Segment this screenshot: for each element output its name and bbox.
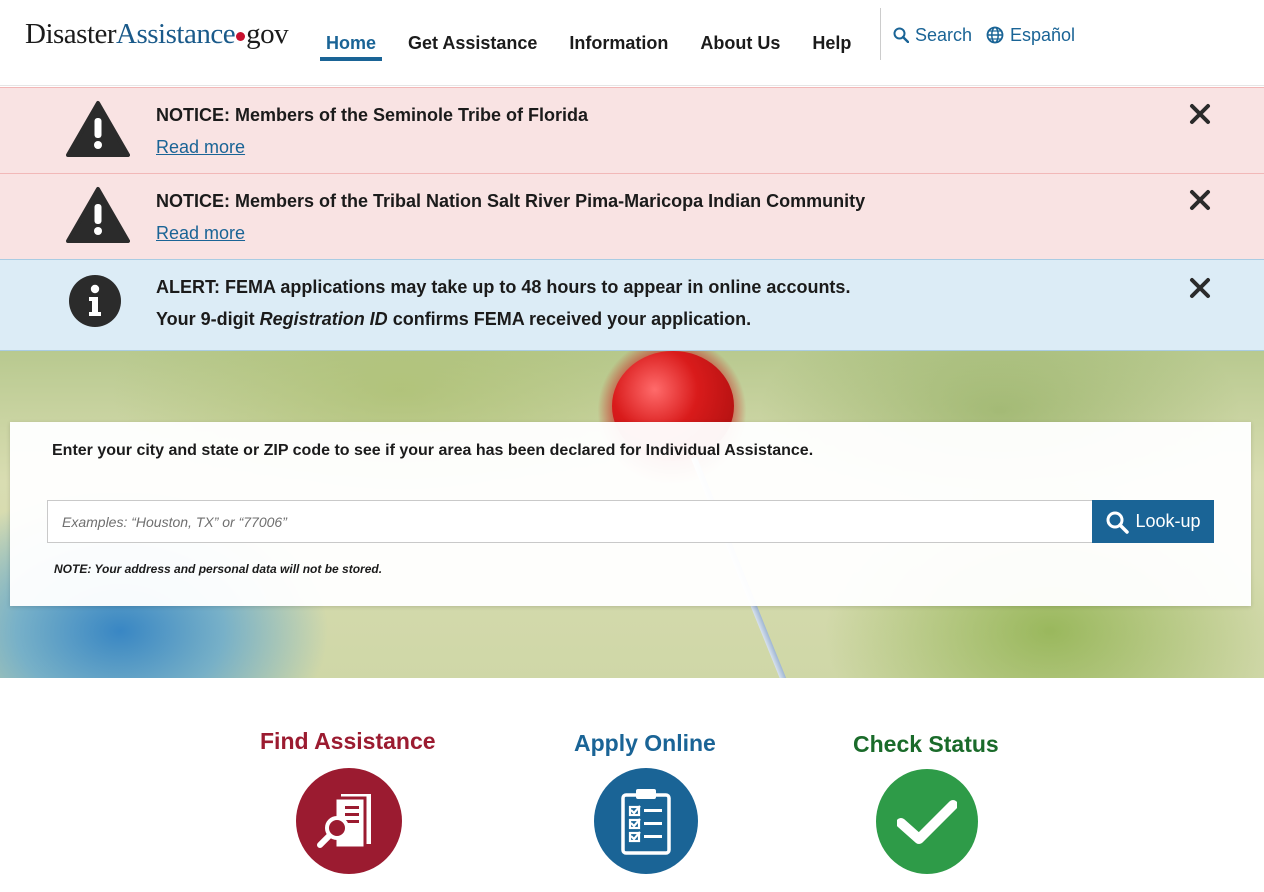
registration-id-emphasis: Registration ID [259,309,388,329]
logo-text-gov: gov [246,18,289,50]
logo-dot [236,32,246,41]
close-icon[interactable] [1188,102,1212,126]
main-nav: Home Get Assistance Information About Us… [310,0,867,86]
find-assistance-circle[interactable] [296,768,402,874]
privacy-note: NOTE: Your address and personal data wil… [54,562,383,576]
search-label: Search [915,24,973,45]
warning-icon [66,101,130,157]
info-icon [69,275,121,327]
search-icon [1106,511,1130,534]
notice-text: NOTICE: Members of the Seminole Tribe of… [156,105,589,125]
lookup-intro: Enter your city and state or ZIP code to… [52,442,814,459]
nav-divider [880,8,881,60]
close-icon[interactable] [1188,276,1212,300]
notice-banner: NOTICE: Members of the Tribal Nation Sal… [0,173,1264,260]
close-icon[interactable] [1188,188,1212,212]
logo-text-assistance: Assistance [116,18,236,50]
globe-icon [986,26,1004,44]
site-logo[interactable]: DisasterAssistance gov [25,16,289,52]
apply-online-title: Apply Online [574,730,716,756]
search-icon [893,27,909,43]
lookup-button-label: Look-up [1135,511,1201,531]
site-header: DisasterAssistance gov Home Get Assistanc… [0,0,1264,86]
check-status-circle[interactable] [876,769,978,874]
alert-text-line2: Your 9-digit Registration ID confirms FE… [156,303,751,335]
nav-get-assistance[interactable]: Get Assistance [392,0,553,86]
nav-about-us[interactable]: About Us [684,0,796,86]
language-link[interactable]: Español [986,24,1075,46]
search-link[interactable]: Search [893,24,972,46]
notice-text: NOTICE: Members of the Tribal Nation Sal… [156,191,866,211]
notice-banner: NOTICE: Members of the Seminole Tribe of… [0,87,1264,174]
document-search-icon [317,794,371,850]
apply-online-circle[interactable] [594,768,698,874]
lookup-card: Enter your city and state or ZIP code to… [10,422,1251,606]
nav-help[interactable]: Help [796,0,867,86]
alert-banner: ALERT: FEMA applications may take up to … [0,259,1264,351]
check-status-title: Check Status [853,731,999,757]
checkmark-icon [897,799,957,844]
alert-text-line1: ALERT: FEMA applications may take up to … [156,277,851,297]
logo-text-disaster: Disaster [25,18,117,50]
alert-text-part: Your 9-digit [156,309,260,329]
location-search-input[interactable] [47,500,1093,543]
nav-information[interactable]: Information [553,0,684,86]
find-assistance-title: Find Assistance [260,728,436,754]
read-more-link[interactable]: Read more [156,135,245,159]
alert-text-part: confirms FEMA received your application. [387,309,752,329]
clipboard-checklist-icon [621,789,671,855]
nav-home[interactable]: Home [310,0,392,86]
read-more-link[interactable]: Read more [156,221,245,245]
warning-icon [66,187,130,243]
language-label: Español [1010,24,1076,45]
lookup-button[interactable]: Look-up [1092,500,1214,543]
